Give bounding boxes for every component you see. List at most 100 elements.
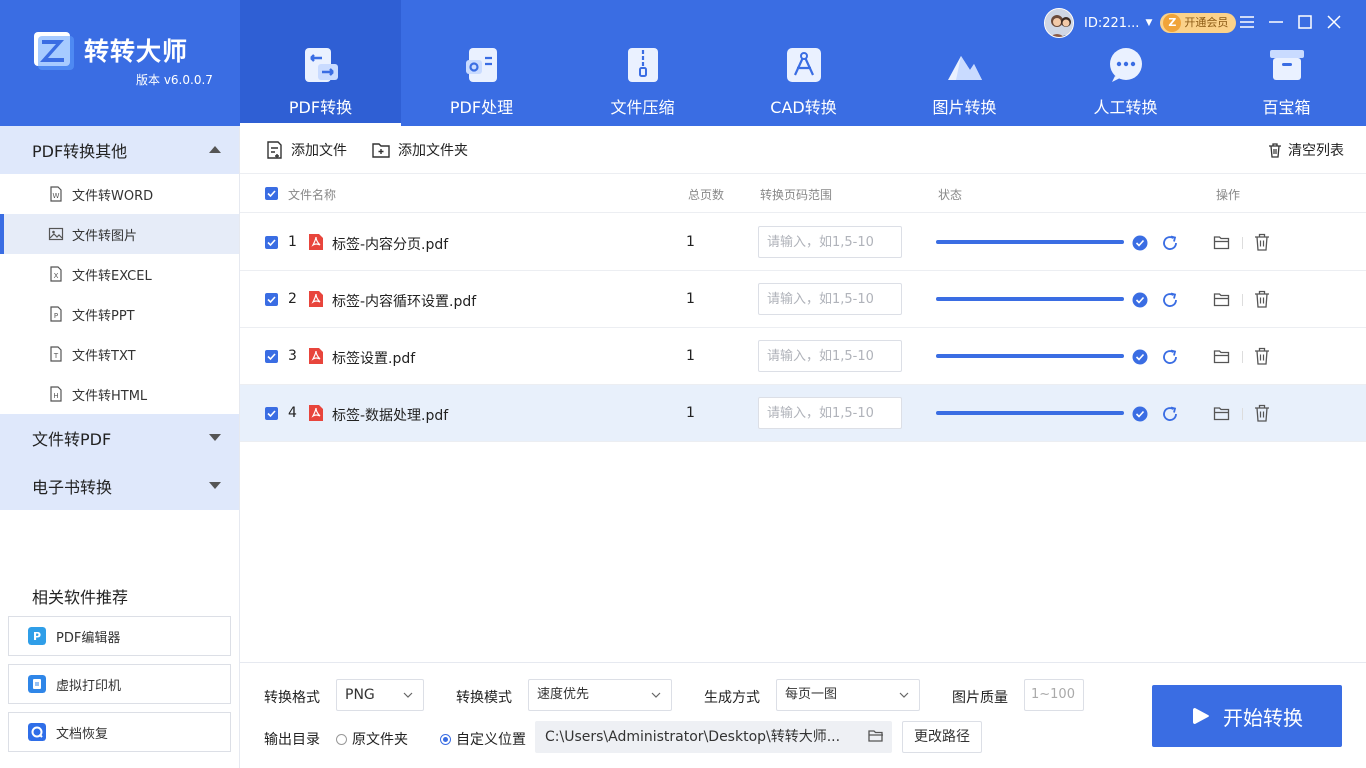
sidebar-group-file-to-pdf[interactable]: 文件转PDF xyxy=(0,414,239,462)
add-folder-button[interactable]: 添加文件夹 xyxy=(371,140,468,160)
delete-icon[interactable] xyxy=(1254,347,1270,365)
add-folder-icon xyxy=(372,142,390,158)
start-convert-button[interactable]: 开始转换 xyxy=(1152,685,1342,747)
format-label: 转换格式 xyxy=(264,690,320,706)
tab-label: 百宝箱 xyxy=(1262,98,1311,117)
progress-fill xyxy=(936,297,1124,301)
recommend-pdf-editor[interactable]: P PDF编辑器 xyxy=(8,616,231,656)
delete-icon[interactable] xyxy=(1254,290,1270,308)
radio-custom-location[interactable]: 自定义位置 xyxy=(440,729,526,749)
html-file-icon: H xyxy=(50,386,62,402)
action-separator xyxy=(1242,294,1243,306)
caret-down-icon[interactable]: ▼ xyxy=(1145,18,1152,28)
header-file-name: 文件名称 xyxy=(288,188,337,202)
format-select[interactable]: PNG xyxy=(336,679,424,711)
sidebar-item-html[interactable]: H 文件转HTML xyxy=(0,374,239,414)
quality-label: 图片质量 xyxy=(952,690,1008,706)
minimize-button[interactable] xyxy=(1262,10,1290,34)
sidebar-item-word[interactable]: W 文件转WORD xyxy=(0,174,239,214)
row-index: 3 xyxy=(288,348,297,364)
chevron-down-icon xyxy=(209,434,221,441)
recommend-virtual-printer[interactable]: 虚拟打印机 xyxy=(8,664,231,704)
delete-icon[interactable] xyxy=(1254,233,1270,251)
page-range-input[interactable] xyxy=(758,340,902,372)
sidebar-group-pdf-other[interactable]: PDF转换其他 xyxy=(0,126,239,174)
quality-input[interactable]: 1~100 xyxy=(1024,679,1084,711)
vip-badge[interactable]: Z 开通会员 xyxy=(1160,13,1237,33)
sidebar-group-ebook[interactable]: 电子书转换 xyxy=(0,462,239,510)
cad-convert-icon xyxy=(786,48,821,82)
add-file-button[interactable]: 添加文件 xyxy=(264,140,347,160)
select-all-checkbox[interactable] xyxy=(265,187,278,200)
start-convert-label: 开始转换 xyxy=(1223,705,1303,730)
tab-cad-convert[interactable]: CAD转换 xyxy=(723,0,884,126)
open-folder-icon[interactable] xyxy=(1213,405,1230,422)
row-total-pages: 1 xyxy=(686,291,695,307)
maximize-button[interactable] xyxy=(1291,10,1319,34)
check-circle-icon xyxy=(1132,292,1148,308)
open-folder-icon[interactable] xyxy=(1213,234,1230,251)
chevron-down-icon xyxy=(403,692,413,698)
tab-label: 人工转换 xyxy=(1093,98,1158,117)
delete-icon[interactable] xyxy=(1254,404,1270,422)
sidebar-item-label: 文件转PPT xyxy=(72,308,135,324)
tab-file-compress[interactable]: 文件压缩 xyxy=(562,0,723,126)
output-path-field[interactable]: C:\Users\Administrator\Desktop\转转大师... xyxy=(535,721,892,753)
page-range-input[interactable] xyxy=(758,226,902,258)
check-icon xyxy=(267,353,276,361)
mode-select[interactable]: 速度优先 xyxy=(528,679,672,711)
pdf-process-icon xyxy=(465,48,497,82)
refresh-icon[interactable] xyxy=(1160,290,1180,310)
close-button[interactable] xyxy=(1320,10,1348,34)
format-value: PNG xyxy=(345,687,375,703)
sidebar-item-ppt[interactable]: P 文件转PPT xyxy=(0,294,239,334)
folder-icon[interactable] xyxy=(868,729,884,743)
row-checkbox[interactable] xyxy=(265,407,278,420)
row-checkbox[interactable] xyxy=(265,350,278,363)
check-icon xyxy=(267,410,276,418)
table-row[interactable]: 4 标签-数据处理.pdf 1 xyxy=(240,385,1366,442)
tab-pdf-process[interactable]: PDF处理 xyxy=(401,0,562,126)
progress-fill xyxy=(936,240,1124,244)
refresh-icon[interactable] xyxy=(1160,404,1180,424)
user-id[interactable]: ID:221... xyxy=(1084,16,1139,31)
app-title: 转转大师 xyxy=(84,37,189,66)
sidebar-item-excel[interactable]: X 文件转EXCEL xyxy=(0,254,239,294)
refresh-icon[interactable] xyxy=(1160,233,1180,253)
page-range-input[interactable] xyxy=(758,283,902,315)
menu-button[interactable] xyxy=(1233,10,1261,34)
svg-text:H: H xyxy=(53,392,58,400)
open-folder-icon[interactable] xyxy=(1213,348,1230,365)
gen-select[interactable]: 每页一图 xyxy=(776,679,920,711)
row-checkbox[interactable] xyxy=(265,293,278,306)
sidebar-item-image[interactable]: 文件转图片 xyxy=(0,214,239,254)
clear-list-button[interactable]: 清空列表 xyxy=(1268,140,1344,160)
pdf-editor-icon: P xyxy=(28,627,46,645)
play-icon xyxy=(1193,708,1209,724)
tab-label: CAD转换 xyxy=(770,98,837,117)
toolbox-icon xyxy=(1269,50,1304,80)
change-path-button[interactable]: 更改路径 xyxy=(902,721,982,753)
page-range-input[interactable] xyxy=(758,397,902,429)
pdf-file-icon xyxy=(309,291,323,307)
avatar[interactable] xyxy=(1044,8,1074,38)
pdf-convert-icon xyxy=(304,48,338,82)
open-folder-icon[interactable] xyxy=(1213,291,1230,308)
table-row[interactable]: 3 标签设置.pdf 1 xyxy=(240,328,1366,385)
table-row[interactable]: 1 标签-内容分页.pdf 1 xyxy=(240,214,1366,271)
table-row[interactable]: 2 标签-内容循环设置.pdf 1 xyxy=(240,271,1366,328)
tab-label: PDF处理 xyxy=(449,98,514,117)
app-logo-icon xyxy=(34,32,74,70)
tab-image-convert[interactable]: 图片转换 xyxy=(884,0,1045,126)
word-file-icon: W xyxy=(50,186,62,202)
recommend-doc-recovery[interactable]: 文档恢复 xyxy=(8,712,231,752)
sidebar-item-txt[interactable]: T 文件转TXT xyxy=(0,334,239,374)
trash-icon xyxy=(1269,143,1281,158)
settings-panel: 转换格式 PNG 转换模式 速度优先 生成方式 每页一图 图片质量 1~100 … xyxy=(240,662,1366,768)
action-separator xyxy=(1242,351,1243,363)
pdf-file-icon xyxy=(309,234,323,250)
radio-source-folder[interactable]: 原文件夹 xyxy=(336,729,408,749)
refresh-icon[interactable] xyxy=(1160,347,1180,367)
tab-pdf-convert[interactable]: PDF转换 xyxy=(240,0,401,126)
row-checkbox[interactable] xyxy=(265,236,278,249)
